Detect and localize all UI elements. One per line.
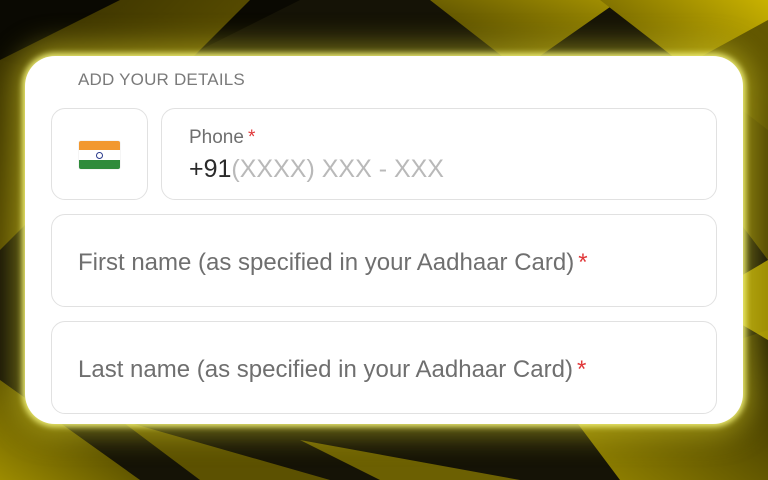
phone-value-row: +91 xyxy=(189,155,532,184)
phone-input[interactable] xyxy=(231,155,532,184)
first-name-field[interactable]: First name (as specified in your Aadhaar… xyxy=(51,214,717,307)
phone-label: Phone * xyxy=(189,127,256,148)
country-code: +91 xyxy=(189,155,232,183)
last-name-input[interactable] xyxy=(52,322,716,413)
india-flag-icon xyxy=(79,141,120,169)
last-name-field[interactable]: Last name (as specified in your Aadhaar … xyxy=(51,321,717,414)
section-title: ADD YOUR DETAILS xyxy=(78,70,245,89)
required-mark: * xyxy=(247,127,256,148)
phone-field[interactable]: Phone * +91 xyxy=(161,108,717,200)
country-selector[interactable] xyxy=(51,108,148,200)
details-card: ADD YOUR DETAILS Phone* +91 First name (… xyxy=(25,56,743,424)
first-name-input[interactable] xyxy=(52,215,716,306)
